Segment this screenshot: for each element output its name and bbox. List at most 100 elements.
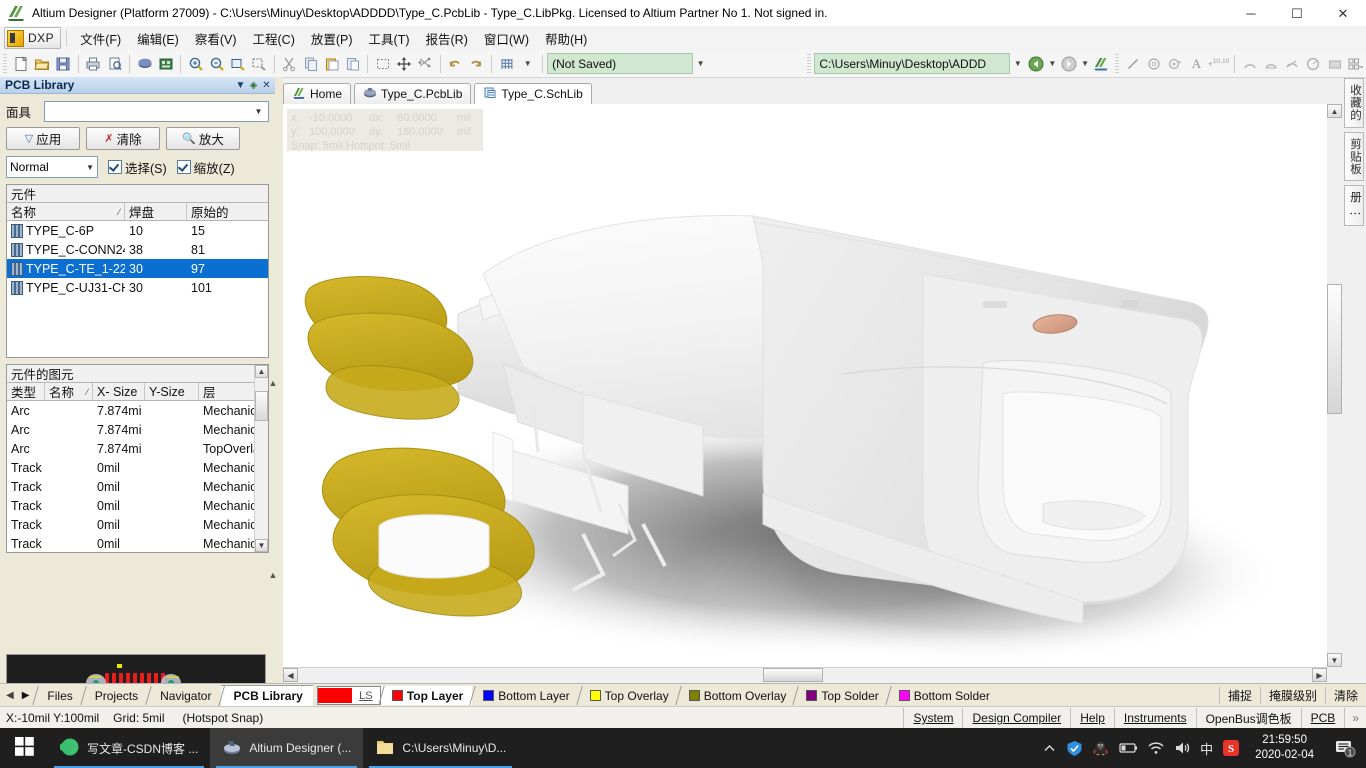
- show-hidden-icons-icon[interactable]: [1043, 742, 1056, 755]
- coordinate-icon[interactable]: +10,10: [1208, 53, 1229, 75]
- menu-item-place[interactable]: 放置(P): [303, 27, 361, 50]
- qq-penguin-icon[interactable]: [1093, 740, 1108, 756]
- fill-icon[interactable]: [1325, 53, 1344, 75]
- arc-edge-icon[interactable]: [1261, 53, 1280, 75]
- close-button[interactable]: ✕: [1320, 0, 1366, 26]
- scroll-down-button[interactable]: ▼: [1327, 653, 1342, 667]
- path-dropdown-arrow-icon[interactable]: ▼: [1010, 54, 1026, 73]
- mask-input[interactable]: ▼: [44, 101, 269, 122]
- column-header-type[interactable]: 类型: [7, 383, 45, 400]
- zoom-fit-icon[interactable]: [229, 53, 248, 75]
- sogou-icon[interactable]: S: [1223, 740, 1240, 756]
- tab-home[interactable]: Home: [283, 83, 352, 104]
- start-button[interactable]: [0, 728, 48, 768]
- menu-item-tools[interactable]: 工具(T): [361, 27, 418, 50]
- align-icon[interactable]: [416, 53, 435, 75]
- status-button-instruments[interactable]: Instruments: [1113, 708, 1196, 728]
- tab-scroll-right-icon[interactable]: ▶: [19, 690, 33, 701]
- status-button-design-compiler[interactable]: Design Compiler: [962, 708, 1070, 728]
- status-button-help[interactable]: Help: [1070, 708, 1114, 728]
- dxp-menu-button[interactable]: DXP: [4, 27, 62, 49]
- grid-dropdown-arrow-icon[interactable]: ▼: [518, 53, 537, 75]
- canvas-horizontal-scrollbar[interactable]: ◀ ▶: [283, 667, 1327, 683]
- panel-collapse-arrow-icon[interactable]: ▲: [266, 378, 280, 390]
- taskbar-app-csdn[interactable]: 写文章-CSDN博客 ...: [48, 728, 210, 768]
- security-shield-icon[interactable]: [1066, 740, 1083, 757]
- volume-icon[interactable]: [1174, 741, 1190, 755]
- status-button-system[interactable]: System: [903, 708, 962, 728]
- grid-icon[interactable]: [497, 53, 516, 75]
- zoom-out-icon[interactable]: [207, 53, 226, 75]
- menu-item-window[interactable]: 窗口(W): [476, 27, 537, 50]
- panel-tab-files[interactable]: Files: [35, 686, 82, 705]
- menu-item-view[interactable]: 察看(V): [187, 27, 245, 50]
- table-row[interactable]: Arc 7.874mi Mechanic: [7, 420, 268, 439]
- move-icon[interactable]: [394, 53, 413, 75]
- panel-close-icon[interactable]: ✕: [260, 79, 273, 92]
- canvas-v-scroll-thumb[interactable]: [1327, 284, 1342, 414]
- scroll-thumb[interactable]: [255, 391, 268, 421]
- vtab-more[interactable]: 册 ⋮: [1344, 185, 1364, 227]
- zoom-checkbox[interactable]: 缩放(Z): [176, 158, 235, 177]
- mode-select[interactable]: Normal ▼: [6, 156, 98, 178]
- pcb-3d-icon[interactable]: [156, 53, 175, 75]
- panel-tab-projects[interactable]: Projects: [83, 686, 148, 705]
- tab-type-c-pcblib[interactable]: Type_C.PcbLib: [354, 83, 472, 104]
- toolbar-grip-2[interactable]: [806, 54, 812, 73]
- menu-item-help[interactable]: 帮助(H): [537, 27, 595, 50]
- scroll-down-button[interactable]: ▼: [255, 539, 268, 552]
- column-header-layer[interactable]: 层: [199, 383, 259, 400]
- tab-scroll-arrows[interactable]: ◀ ▶: [3, 690, 32, 701]
- zoom-button[interactable]: 🔍 放大: [166, 127, 240, 150]
- column-header-xsize[interactable]: X- Size: [93, 383, 145, 400]
- clear-button-bottom[interactable]: 清除: [1324, 687, 1366, 704]
- layer-tab-top-overlay[interactable]: Top Overlay: [579, 686, 678, 705]
- pad-icon[interactable]: [1145, 53, 1164, 75]
- scroll-up-button[interactable]: ▲: [255, 365, 268, 378]
- toolbar-grip[interactable]: [3, 54, 8, 73]
- table-row[interactable]: TYPE_C-CONN24 38 81: [7, 240, 268, 259]
- open-folder-icon[interactable]: [33, 53, 52, 75]
- via-icon[interactable]: [1166, 53, 1185, 75]
- back-icon[interactable]: [1026, 53, 1045, 75]
- mask-dropdown-arrow-icon[interactable]: ▼: [251, 107, 266, 116]
- cut-icon[interactable]: [280, 53, 299, 75]
- select-checkbox[interactable]: 选择(S): [108, 158, 167, 177]
- taskbar-app-explorer[interactable]: C:\Users\Minuy\D...: [363, 728, 518, 768]
- save-icon[interactable]: [54, 53, 73, 75]
- column-header-name[interactable]: 名称 ⁄: [7, 203, 125, 220]
- paste-special-icon[interactable]: [343, 53, 362, 75]
- table-row[interactable]: TYPE_C-TE_1-22 30 97: [7, 259, 268, 278]
- save-state-combo[interactable]: (Not Saved) ▼: [547, 53, 709, 74]
- maximize-button[interactable]: ☐: [1274, 0, 1320, 26]
- print-preview-icon[interactable]: [105, 53, 124, 75]
- table-row[interactable]: Track 0mil Mechanic: [7, 496, 268, 515]
- snap-button[interactable]: 捕捉: [1218, 687, 1260, 704]
- ime-language-icon[interactable]: 中: [1200, 739, 1213, 758]
- save-state-dropdown-arrow-icon[interactable]: ▼: [693, 54, 709, 73]
- mode-dropdown-arrow-icon[interactable]: ▼: [86, 163, 94, 172]
- panel-tab-navigator[interactable]: Navigator: [148, 686, 221, 705]
- table-row[interactable]: Track 0mil Mechanic: [7, 477, 268, 496]
- table-row[interactable]: Track 0mil Mechanic: [7, 534, 268, 553]
- arc-center-icon[interactable]: [1240, 53, 1259, 75]
- undo-icon[interactable]: [446, 53, 465, 75]
- primitives-scrollbar[interactable]: ▲ ▼: [254, 365, 268, 552]
- wifi-icon[interactable]: [1148, 741, 1164, 755]
- home-icon[interactable]: [1092, 53, 1111, 75]
- apply-button[interactable]: ▽ 应用: [6, 127, 80, 150]
- pcb-board-icon[interactable]: [135, 53, 154, 75]
- arc-any-angle-icon[interactable]: [1283, 53, 1302, 75]
- tab-scroll-left-icon[interactable]: ◀: [3, 690, 17, 701]
- string-icon[interactable]: A: [1187, 53, 1206, 75]
- column-header-primitives[interactable]: 原始的: [187, 203, 267, 220]
- table-row[interactable]: Arc 7.874mi Mechanic: [7, 401, 268, 420]
- copy-icon[interactable]: [301, 53, 320, 75]
- column-header-pname[interactable]: 名称 ⁄: [45, 383, 93, 400]
- panel-tab-pcb-library[interactable]: PCB Library: [221, 684, 313, 707]
- layer-tab-bottom-overlay[interactable]: Bottom Overlay: [678, 686, 796, 705]
- forward-icon[interactable]: [1059, 53, 1078, 75]
- mask-level-button[interactable]: 掩膜级别: [1259, 687, 1325, 704]
- table-row[interactable]: Arc 7.874mi TopOverla: [7, 439, 268, 458]
- forward-dropdown-arrow-icon[interactable]: ▼: [1080, 53, 1090, 75]
